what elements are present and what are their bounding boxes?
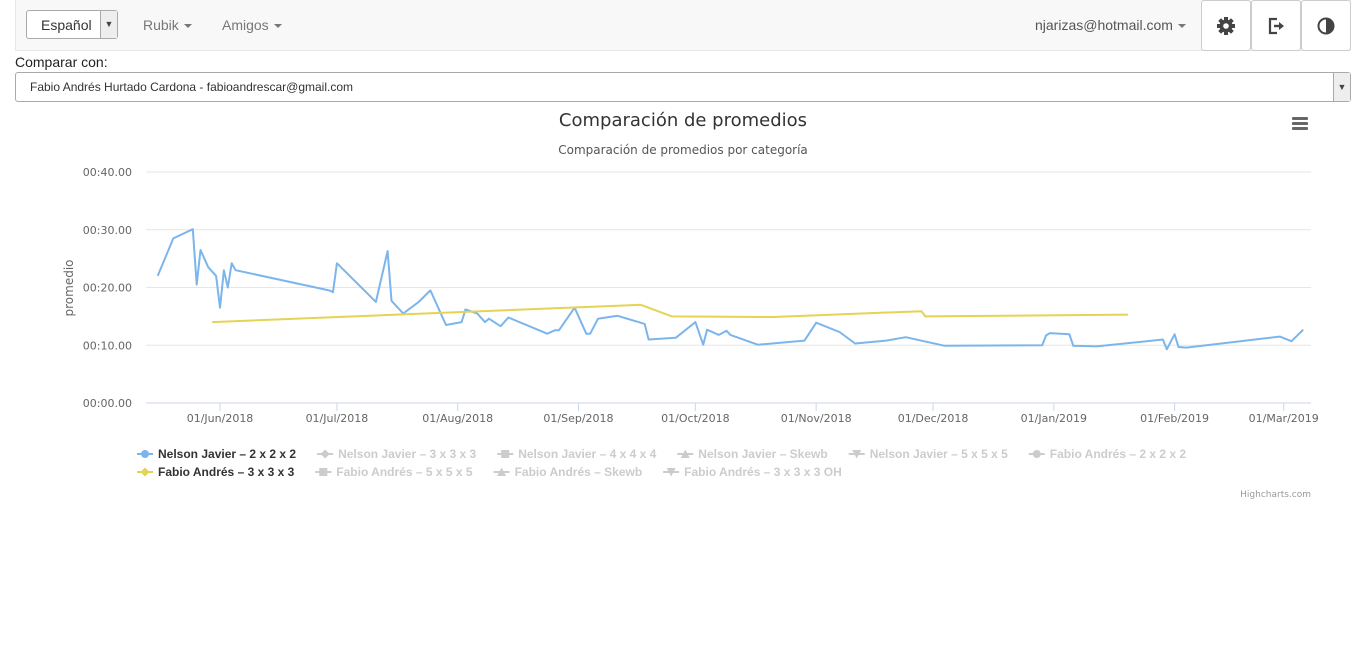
legend-item-label: Nelson Javier – 4 x 4 x 4 [518, 447, 656, 461]
legend-item-label: Fabio Andrés – 3 x 3 x 3 OH [684, 465, 842, 479]
y-tick-label: 00:00.00 [83, 397, 132, 410]
y-tick-labels: 00:00.00 00:10.00 00:20.00 00:30.00 00:40.00 [83, 166, 132, 410]
legend-marker-diamond-icon [320, 449, 330, 459]
series-group [156, 228, 1304, 351]
legend-item[interactable]: Nelson Javier – 4 x 4 x 4 [497, 447, 657, 461]
x-tick-label: 01/Mar/2019 [1249, 412, 1319, 425]
legend-item[interactable]: Fabio Andrés – Skewb [493, 465, 643, 479]
y-tick-label: 00:30.00 [83, 224, 132, 237]
y-tick-label: 00:40.00 [83, 166, 132, 179]
legend-item-label: Nelson Javier – 2 x 2 x 2 [158, 447, 296, 461]
legend-item[interactable]: Fabio Andrés – 5 x 5 x 5 [315, 465, 473, 479]
legend-item-label: Fabio Andrés – 2 x 2 x 2 [1050, 447, 1187, 461]
x-tick-label: 01/Oct/2018 [661, 412, 729, 425]
legend-marker-circle-icon [1032, 450, 1041, 458]
chart-menu-button[interactable] [1286, 112, 1314, 136]
x-tick-label: 01/Nov/2018 [781, 412, 852, 425]
series-lines [156, 228, 1304, 351]
legend-item-label: Fabio Andrés – Skewb [515, 465, 643, 479]
x-tick-labels: 01/Jun/2018 01/Jul/2018 01/Aug/2018 01/Sep/… [187, 412, 1319, 425]
x-tick-label: 01/Feb/2019 [1140, 412, 1209, 425]
chart-subtitle: Comparación de promedios por categoría [558, 143, 808, 157]
y-tick-label: 00:10.00 [83, 339, 132, 352]
legend-item-label: Fabio Andrés – 5 x 5 x 5 [336, 465, 473, 479]
legend-marker-square-icon [501, 450, 510, 458]
legend-item[interactable]: Fabio Andrés – 3 x 3 x 3 [137, 465, 295, 479]
y-tick-label: 00:20.00 [83, 282, 132, 295]
grid [146, 171, 1311, 411]
x-tick-label: 01/Sep/2018 [543, 412, 613, 425]
series-line[interactable] [156, 228, 1304, 351]
legend-item[interactable]: Nelson Javier – Skewb [677, 447, 828, 461]
legend-marker-circle-icon [141, 450, 149, 458]
hamburger-icon [1292, 117, 1308, 130]
series-group [212, 303, 1128, 324]
y-axis-label: promedio [62, 260, 76, 317]
legend: Nelson Javier – 2 x 2 x 2 Nelson Javier –… [137, 447, 1186, 479]
legend-item[interactable]: Nelson Javier – 2 x 2 x 2 [137, 447, 296, 461]
legend-item[interactable]: Fabio Andrés – 3 x 3 x 3 OH [663, 465, 842, 479]
legend-item[interactable]: Fabio Andrés – 2 x 2 x 2 [1028, 447, 1187, 461]
legend-item-label: Nelson Javier – 3 x 3 x 3 [338, 447, 476, 461]
chart-title: Comparación de promedios [559, 110, 807, 131]
series-line[interactable] [212, 303, 1128, 324]
legend-item-label: Fabio Andrés – 3 x 3 x 3 [158, 465, 295, 479]
x-tick-label: 01/Jul/2018 [306, 412, 369, 425]
legend-item-label: Nelson Javier – 5 x 5 x 5 [870, 447, 1008, 461]
x-tick-label: 01/Jun/2018 [187, 412, 254, 425]
credits-link[interactable]: Highcharts.com [1240, 490, 1311, 500]
x-tick-label: 01/Dec/2018 [898, 412, 969, 425]
x-tick-label: 01/Jan/2019 [1021, 412, 1087, 425]
legend-item-label: Nelson Javier – Skewb [698, 447, 827, 461]
legend-marker-diamond-icon [140, 467, 150, 477]
x-tick-label: 01/Aug/2018 [422, 412, 493, 425]
legend-marker-square-icon [319, 468, 328, 476]
chart: Comparación de promedios Comparación de … [62, 110, 1319, 500]
legend-item[interactable]: Nelson Javier – 5 x 5 x 5 [848, 447, 1008, 461]
legend-item[interactable]: Nelson Javier – 3 x 3 x 3 [317, 447, 477, 461]
